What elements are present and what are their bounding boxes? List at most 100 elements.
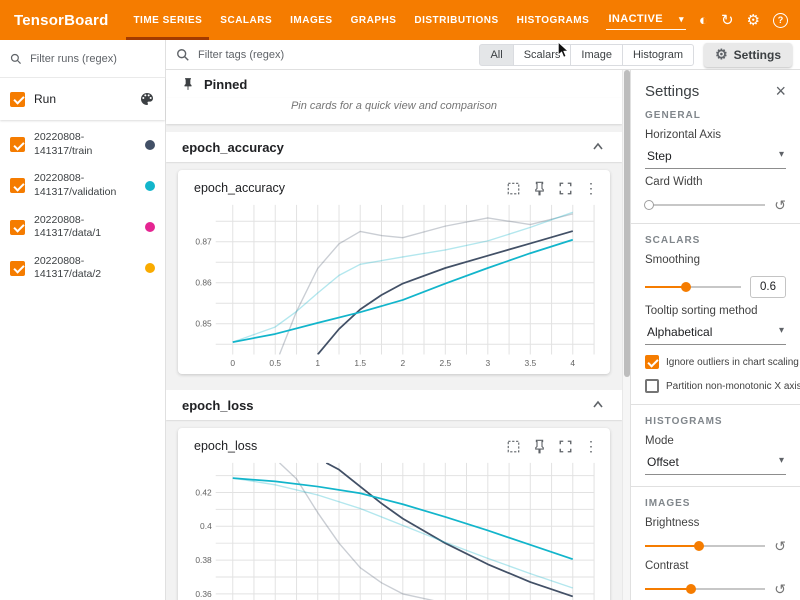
- ftab-label: All: [490, 49, 502, 61]
- card-width-slider[interactable]: [645, 199, 765, 211]
- search-icon: [176, 48, 190, 62]
- pinned-empty-hint: Pin cards for a quick view and compariso…: [166, 98, 622, 124]
- epoch-accuracy-chart[interactable]: 00.511.522.533.540.850.860.87: [186, 200, 602, 370]
- run-name: 20220808-141317/validation: [34, 172, 136, 199]
- svg-text:0.87: 0.87: [195, 237, 212, 247]
- section-header-epoch-accuracy[interactable]: epoch_accuracy: [166, 132, 622, 162]
- scalars-section-label: SCALARS: [645, 235, 786, 246]
- fullscreen-icon[interactable]: [558, 181, 573, 196]
- filter-tags-input[interactable]: [198, 49, 471, 61]
- tooltip-sorting-select[interactable]: Alphabetical ▾: [645, 320, 786, 345]
- tag-filter-all[interactable]: All: [479, 44, 513, 66]
- smoothing-label: Smoothing: [645, 254, 786, 266]
- run-row: 20220808-141317/train: [0, 124, 165, 165]
- reset-icon[interactable]: ↺: [774, 539, 786, 553]
- ftab-label: Scalars: [524, 49, 561, 61]
- run-checkbox[interactable]: [10, 261, 25, 276]
- main-tabs: TIME SERIES SCALARS IMAGES GRAPHS DISTRI…: [124, 0, 598, 40]
- tab-time-series[interactable]: TIME SERIES: [124, 0, 211, 40]
- pin-icon[interactable]: [532, 439, 547, 454]
- epoch-loss-chart[interactable]: 00.511.522.533.540.360.380.40.42: [186, 458, 602, 600]
- settings-toggle-button[interactable]: ⚙ Settings: [704, 43, 792, 67]
- slider-thumb[interactable]: [694, 541, 704, 551]
- histogram-mode-label: Mode: [645, 435, 786, 447]
- slider-thumb[interactable]: [686, 584, 696, 594]
- chevron-up-icon[interactable]: [590, 139, 606, 155]
- runs-sidebar: Run 20220808-141317/train 20220808-14131…: [0, 40, 166, 600]
- gear-icon[interactable]: ⚙: [747, 13, 760, 28]
- run-color-dot: [145, 181, 155, 191]
- reset-icon[interactable]: ↺: [774, 198, 786, 212]
- card-header: epoch_accuracy ⋮: [186, 176, 602, 200]
- select-all-runs-checkbox[interactable]: [10, 92, 25, 107]
- tag-filter-scalars[interactable]: Scalars: [513, 44, 572, 66]
- app-title: TensorBoard: [0, 0, 124, 40]
- slider-track: [645, 204, 765, 206]
- horizontal-axis-label: Horizontal Axis: [645, 129, 786, 141]
- more-options-icon[interactable]: ⋮: [584, 180, 598, 197]
- tab-graphs[interactable]: GRAPHS: [342, 0, 406, 40]
- filter-runs-input[interactable]: [30, 53, 155, 65]
- divider: [631, 486, 800, 487]
- tab-scalars[interactable]: SCALARS: [211, 0, 281, 40]
- fit-to-domain-icon[interactable]: [506, 439, 521, 454]
- histogram-mode-select[interactable]: Offset ▾: [645, 450, 786, 475]
- slider-fill: [645, 588, 691, 590]
- run-row: 20220808-141317/data/1: [0, 207, 165, 248]
- main-scrollbar-track[interactable]: [622, 70, 630, 600]
- tab-images[interactable]: IMAGES: [281, 0, 341, 40]
- horizontal-axis-select[interactable]: Step ▾: [645, 144, 786, 169]
- svg-text:4: 4: [570, 358, 575, 368]
- partition-x-axis-label: Partition non-monotonic X axis: [666, 381, 800, 392]
- palette-icon[interactable]: [139, 91, 155, 107]
- tag-filter-tab-group: All Scalars Image Histogram: [479, 44, 694, 66]
- close-icon[interactable]: ×: [775, 82, 786, 100]
- tag-filter-image[interactable]: Image: [570, 44, 623, 66]
- pin-icon: [181, 77, 195, 91]
- svg-text:3: 3: [485, 358, 490, 368]
- tab-label: SCALARS: [220, 15, 272, 26]
- run-row: 20220808-141317/data/2: [0, 248, 165, 289]
- run-row: 20220808-141317/validation: [0, 165, 165, 206]
- fullscreen-icon[interactable]: [558, 439, 573, 454]
- reset-icon[interactable]: ↺: [774, 582, 786, 596]
- ignore-outliers-checkbox[interactable]: [645, 355, 659, 369]
- divider: [631, 223, 800, 224]
- chevron-down-icon: ▾: [779, 455, 784, 466]
- more-options-icon[interactable]: ⋮: [584, 438, 598, 455]
- run-color-dot: [145, 222, 155, 232]
- run-checkbox[interactable]: [10, 137, 25, 152]
- tab-label: IMAGES: [290, 15, 332, 26]
- section-title: epoch_accuracy: [182, 140, 284, 155]
- svg-text:0.5: 0.5: [269, 358, 281, 368]
- slider-fill: [645, 545, 699, 547]
- chevron-up-icon[interactable]: [590, 397, 606, 413]
- topbar: TensorBoard TIME SERIES SCALARS IMAGES G…: [0, 0, 800, 40]
- svg-text:2.5: 2.5: [439, 358, 451, 368]
- section-header-epoch-loss[interactable]: epoch_loss: [166, 390, 622, 420]
- slider-thumb[interactable]: [681, 282, 691, 292]
- dark-mode-toggle-icon[interactable]: ◐: [699, 13, 708, 28]
- reload-status-dropdown[interactable]: INACTIVE ▾: [606, 10, 685, 30]
- pin-icon[interactable]: [532, 181, 547, 196]
- search-icon: [10, 52, 22, 66]
- help-icon[interactable]: ?: [773, 13, 788, 28]
- refresh-icon[interactable]: ↻: [721, 13, 734, 28]
- smoothing-slider[interactable]: [645, 281, 741, 293]
- run-checkbox[interactable]: [10, 178, 25, 193]
- tab-histograms[interactable]: HISTOGRAMS: [508, 0, 599, 40]
- slider-thumb[interactable]: [644, 200, 654, 210]
- gear-icon: ⚙: [715, 46, 728, 63]
- pinned-label: Pinned: [204, 77, 247, 92]
- svg-text:0.85: 0.85: [195, 319, 212, 329]
- smoothing-value-input[interactable]: [750, 276, 786, 298]
- contrast-slider[interactable]: [645, 583, 765, 595]
- tab-label: DISTRIBUTIONS: [414, 15, 498, 26]
- fit-to-domain-icon[interactable]: [506, 181, 521, 196]
- tab-distributions[interactable]: DISTRIBUTIONS: [405, 0, 507, 40]
- tag-filter-histogram[interactable]: Histogram: [622, 44, 694, 66]
- partition-x-axis-checkbox[interactable]: [645, 379, 659, 393]
- brightness-slider[interactable]: [645, 540, 765, 552]
- status-label: INACTIVE: [608, 13, 663, 25]
- run-checkbox[interactable]: [10, 220, 25, 235]
